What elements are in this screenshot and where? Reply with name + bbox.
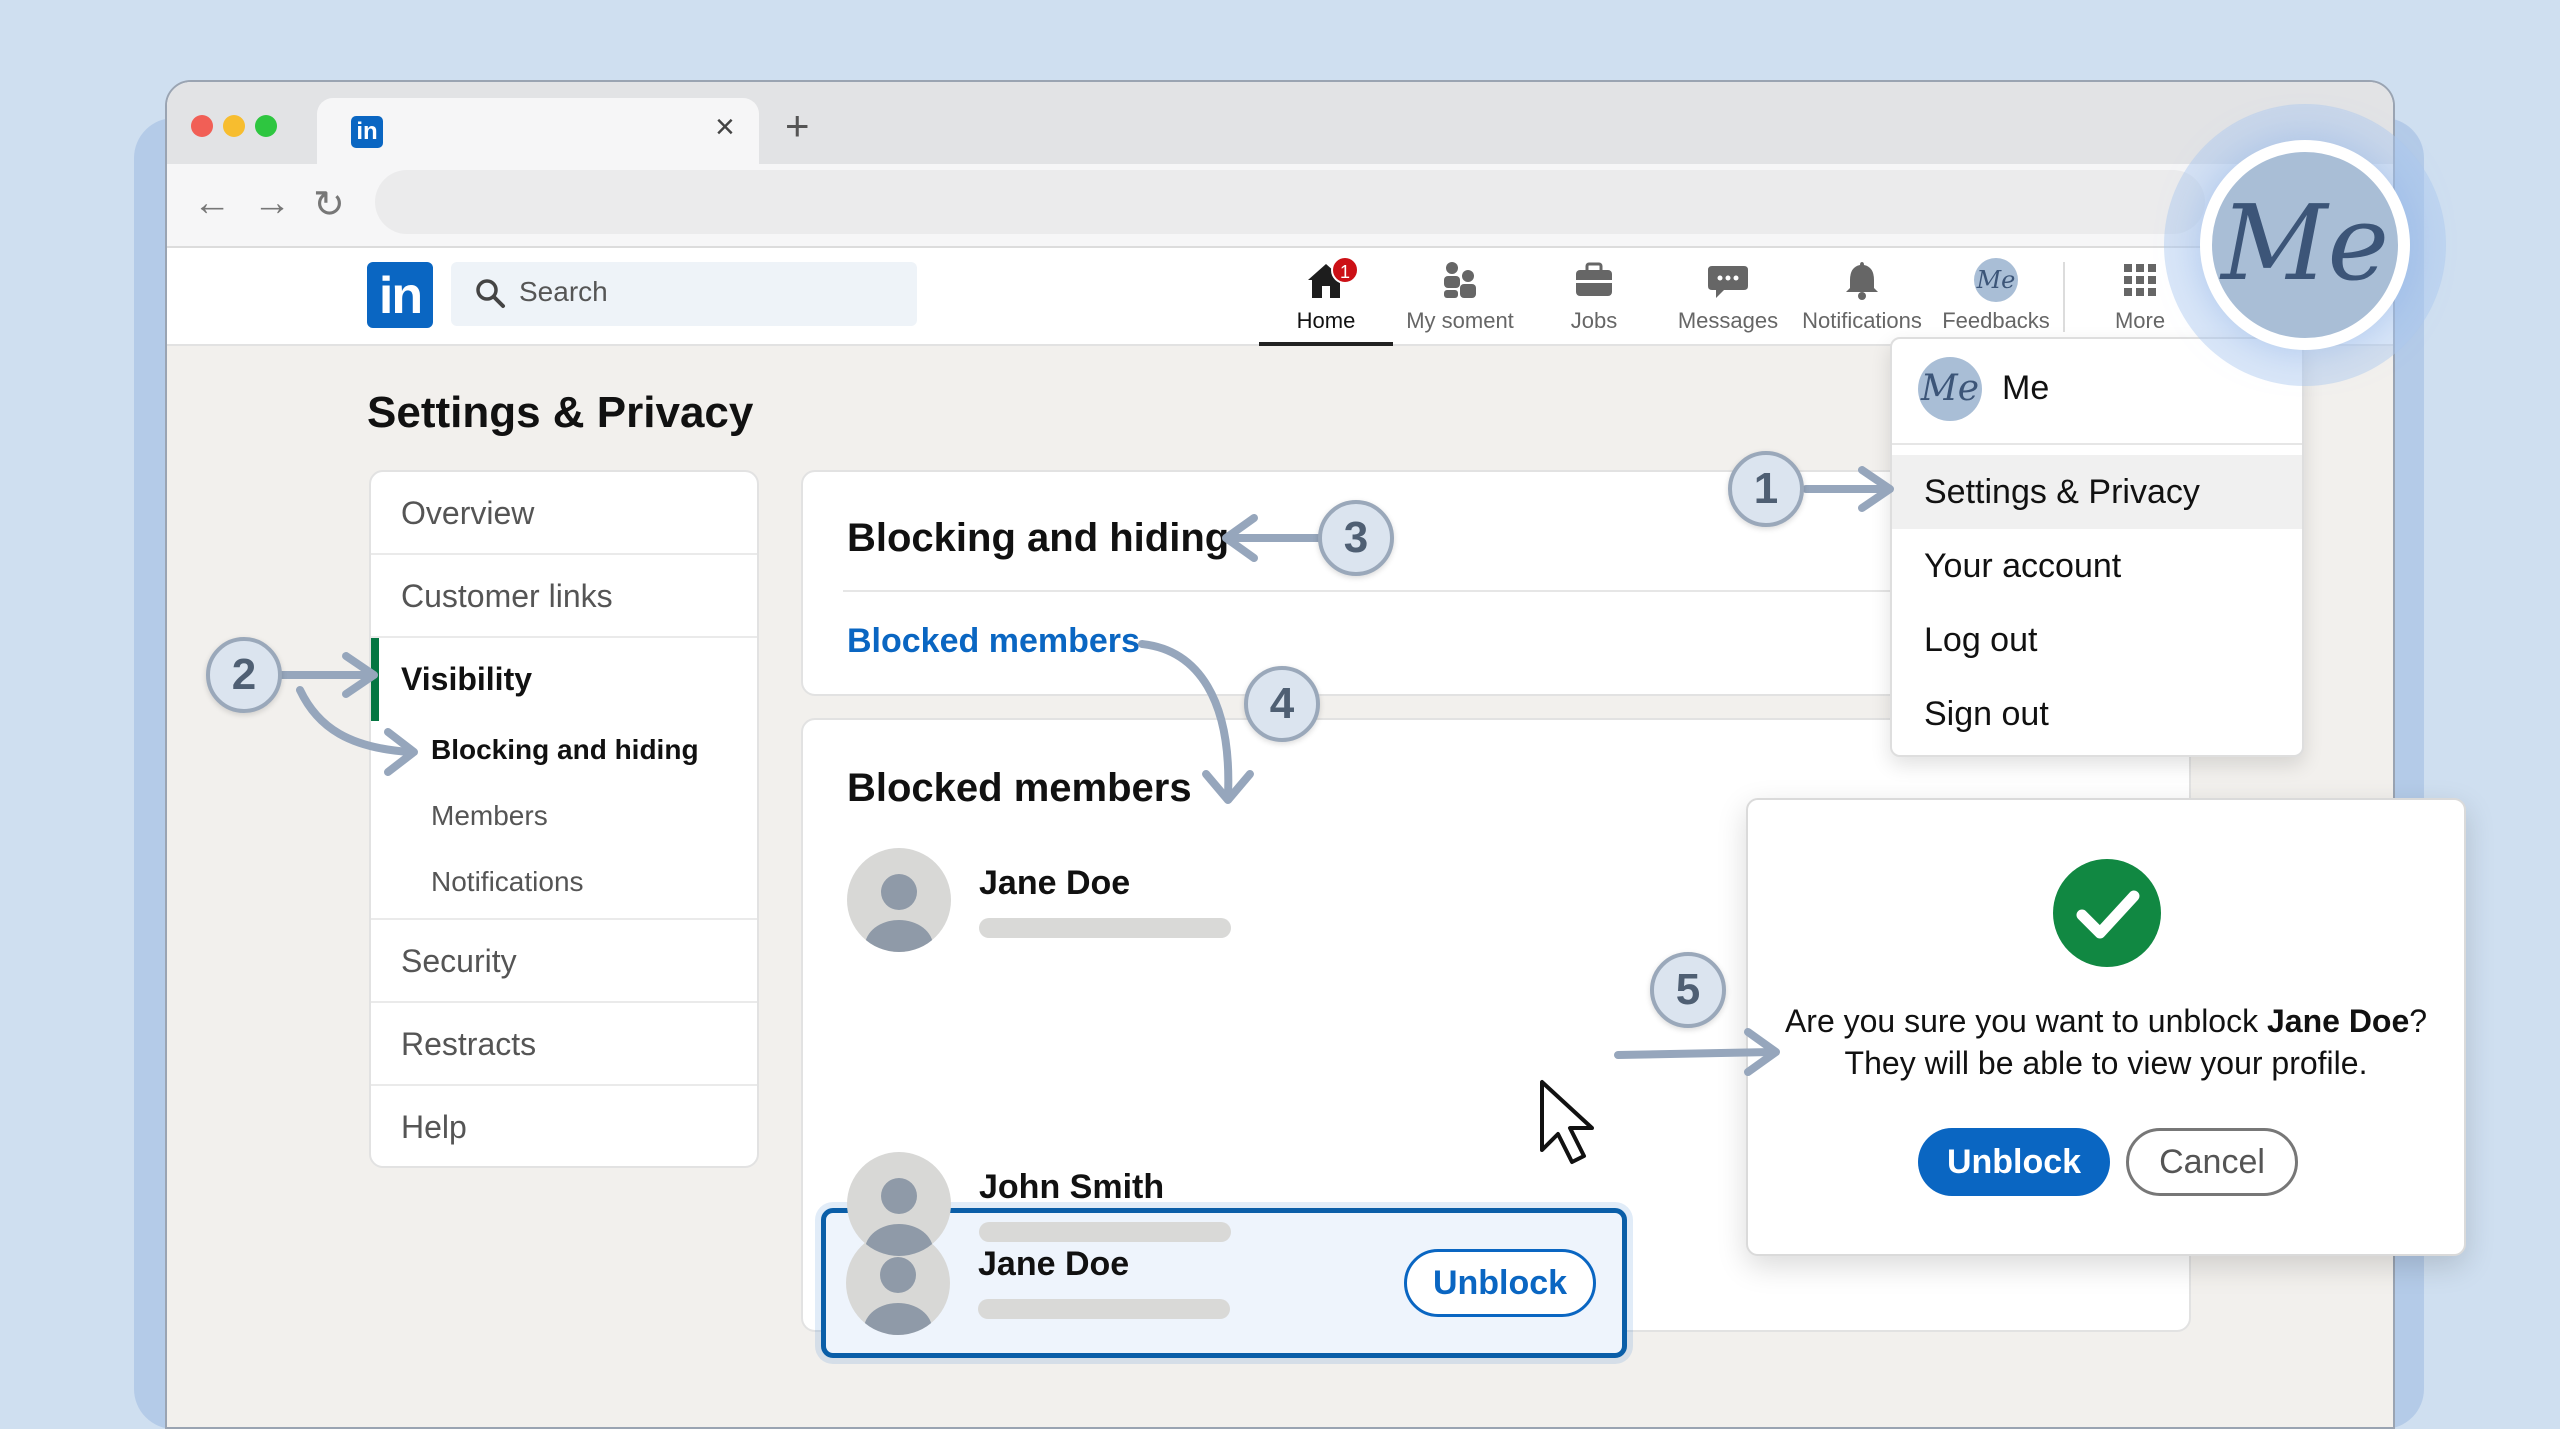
list-item: Jane Doe	[847, 848, 1347, 958]
person-icon	[865, 874, 933, 952]
check-circle-icon	[2053, 859, 2161, 967]
blocked-card-title: Blocked members	[847, 766, 1192, 810]
person-icon	[865, 1178, 933, 1256]
member-subtitle-placeholder	[978, 1299, 1230, 1319]
sidebar-item-overview[interactable]: Overview	[371, 472, 757, 555]
nav-more-label: More	[2114, 308, 2166, 333]
menu-item-log-out[interactable]: Log out	[1892, 603, 2302, 677]
minimize-window-button[interactable]	[223, 115, 245, 137]
nav-feedbacks-label: Feedbacks	[1942, 308, 2050, 333]
sidebar-item-customer-links[interactable]: Customer links	[371, 555, 757, 638]
list-item: John Smith	[847, 1152, 1347, 1262]
browser-tab[interactable]: in ×	[317, 98, 759, 164]
avatar	[847, 848, 951, 952]
sidebar-item-visibility[interactable]: Visibility	[371, 638, 757, 721]
nav-notifications-label: Notifications	[1802, 308, 1922, 333]
notification-badge: 1	[1331, 256, 1359, 284]
briefcase-icon	[1576, 262, 1612, 296]
dialog-question-suffix: ?	[2409, 1003, 2428, 1039]
active-indicator	[371, 638, 379, 721]
dialog-message: Are you sure you want to unblock Jane Do…	[1748, 1000, 2464, 1084]
grid-icon	[2124, 264, 2156, 296]
maximize-window-button[interactable]	[255, 115, 277, 137]
unblock-confirmation-dialog: Are you sure you want to unblock Jane Do…	[1746, 798, 2466, 1256]
blocked-members-link[interactable]: Blocked members	[847, 622, 1140, 661]
sidebar-sub-members[interactable]: Members	[431, 800, 548, 832]
linkedin-top-nav: in Search 1 Home My soment Jobs Messages…	[167, 248, 2393, 346]
nav-messages-label: Messages	[1677, 308, 1779, 333]
settings-sidebar: Overview Customer links Visibility Block…	[369, 470, 759, 1168]
menu-item-your-account[interactable]: Your account	[1892, 529, 2302, 603]
me-name[interactable]: Me	[2002, 369, 2049, 408]
step-callout-4: 4	[1244, 666, 1320, 742]
sidebar-item-help[interactable]: Help	[371, 1086, 757, 1166]
nav-home[interactable]: 1 Home	[1259, 248, 1393, 346]
nav-divider	[2063, 262, 2065, 332]
nav-my-network[interactable]: My soment	[1393, 248, 1527, 346]
reload-icon[interactable]: ↻	[313, 182, 345, 227]
nav-my-network-label: My soment	[1406, 308, 1514, 333]
active-tab-underline	[1259, 342, 1393, 346]
forward-arrow-icon[interactable]: →	[253, 182, 291, 225]
dialog-question-prefix: Are you sure you want to unblock	[1784, 1003, 2267, 1039]
me-avatar-icon: Me	[1918, 357, 1982, 421]
dialog-question-name: Jane Doe	[2266, 1003, 2410, 1039]
nav-jobs-label: Jobs	[1570, 308, 1618, 333]
nav-more[interactable]: More	[2073, 248, 2207, 346]
member-name: Jane Doe	[979, 864, 1131, 902]
message-icon	[1708, 266, 1748, 298]
step-callout-2: 2	[206, 637, 282, 713]
member-subtitle-placeholder	[979, 1222, 1231, 1242]
search-icon	[476, 279, 505, 308]
step-callout-3: 3	[1318, 500, 1394, 576]
search-placeholder: Search	[519, 276, 608, 307]
page-title: Settings & Privacy	[367, 388, 754, 437]
member-subtitle-placeholder	[979, 918, 1231, 938]
menu-item-settings-privacy[interactable]: Settings & Privacy	[1892, 455, 2302, 529]
sidebar-item-restracts[interactable]: Restracts	[371, 1003, 757, 1086]
blocking-card-title: Blocking and hiding	[847, 516, 1230, 560]
menu-divider	[1892, 443, 2302, 445]
address-bar[interactable]	[375, 170, 2205, 234]
linkedin-logo[interactable]: in	[367, 262, 433, 328]
nav-jobs[interactable]: Jobs	[1527, 248, 1661, 346]
search-input[interactable]: Search	[451, 262, 917, 326]
me-dropdown-menu: Me Me Settings & Privacy Your account Lo…	[1890, 337, 2304, 757]
member-name: John Smith	[979, 1168, 1165, 1206]
me-avatar-icon: Me	[1974, 258, 2018, 302]
unblock-button[interactable]: Unblock	[1404, 1249, 1596, 1317]
close-window-button[interactable]	[191, 115, 213, 137]
my-network-icon	[1444, 262, 1476, 298]
confirm-unblock-button[interactable]: Unblock	[1918, 1128, 2110, 1196]
back-arrow-icon[interactable]: ←	[193, 182, 231, 225]
tab-bar: in × +	[167, 82, 2393, 164]
me-avatar-zoom: Me	[2200, 140, 2410, 350]
dialog-detail: They will be able to view your profile.	[1844, 1045, 2368, 1081]
tab-close-icon[interactable]: ×	[715, 108, 735, 147]
nav-notifications[interactable]: Notifications	[1795, 248, 1929, 346]
nav-home-label: Home	[1296, 308, 1356, 333]
bell-icon	[1846, 262, 1878, 300]
nav-messages[interactable]: Messages	[1661, 248, 1795, 346]
sidebar-sub-blocking-and-hiding[interactable]: Blocking and hiding	[431, 734, 699, 766]
me-avatar-text: Me	[2220, 182, 2390, 304]
linkedin-favicon-icon: in	[351, 116, 383, 148]
nav-feedbacks[interactable]: Me Feedbacks	[1929, 248, 2063, 346]
menu-item-sign-out[interactable]: Sign out	[1892, 677, 2302, 751]
sidebar-sub-notifications[interactable]: Notifications	[431, 866, 584, 898]
cancel-button[interactable]: Cancel	[2126, 1128, 2298, 1196]
sidebar-item-security[interactable]: Security	[371, 920, 757, 1003]
step-callout-1: 1	[1728, 451, 1804, 527]
avatar	[847, 1152, 951, 1256]
new-tab-button[interactable]: +	[785, 102, 810, 150]
step-callout-5: 5	[1650, 952, 1726, 1028]
